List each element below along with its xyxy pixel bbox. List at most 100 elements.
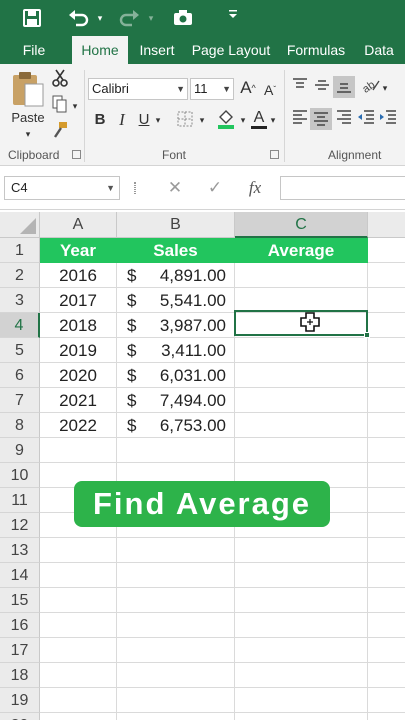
decrease-indent-icon[interactable] bbox=[356, 110, 376, 130]
table-cell[interactable] bbox=[235, 563, 368, 588]
table-cell[interactable] bbox=[117, 613, 235, 638]
table-cell[interactable] bbox=[40, 563, 117, 588]
row-header[interactable]: 18 bbox=[0, 663, 40, 688]
table-cell[interactable] bbox=[40, 538, 117, 563]
clipboard-launcher-icon[interactable] bbox=[72, 150, 81, 159]
borders-icon[interactable] bbox=[174, 110, 196, 134]
tab-insert[interactable]: Insert bbox=[134, 36, 180, 64]
align-right-icon[interactable] bbox=[334, 110, 354, 130]
row-header[interactable]: 16 bbox=[0, 613, 40, 638]
table-cell[interactable] bbox=[368, 263, 405, 288]
tab-home[interactable]: Home bbox=[72, 36, 128, 64]
row-header[interactable]: 19 bbox=[0, 688, 40, 713]
table-cell[interactable] bbox=[40, 438, 117, 463]
row-header[interactable]: 15 bbox=[0, 588, 40, 613]
table-cell[interactable] bbox=[368, 438, 405, 463]
italic-button[interactable]: I bbox=[114, 110, 130, 130]
grow-font-button[interactable]: A^ bbox=[238, 78, 258, 98]
paste-dropdown-icon[interactable]: ▾ bbox=[18, 124, 38, 144]
year-cell[interactable]: 2019 bbox=[40, 338, 117, 363]
paste-icon[interactable] bbox=[8, 70, 48, 110]
row-header[interactable]: 2 bbox=[0, 263, 40, 288]
fill-handle[interactable] bbox=[364, 332, 370, 338]
cut-icon[interactable] bbox=[50, 68, 70, 94]
tab-file[interactable]: File bbox=[12, 36, 56, 64]
row-header[interactable]: 14 bbox=[0, 563, 40, 588]
row-header[interactable]: 17 bbox=[0, 638, 40, 663]
table-cell[interactable] bbox=[368, 588, 405, 613]
column-header-c[interactable]: C bbox=[235, 212, 368, 238]
sales-cell[interactable]: $4,891.00 bbox=[117, 263, 235, 288]
fill-color-dropdown-icon[interactable]: ▾ bbox=[238, 110, 248, 130]
row-header[interactable]: 3 bbox=[0, 288, 40, 313]
table-cell[interactable] bbox=[40, 638, 117, 663]
column-header-d[interactable] bbox=[368, 212, 405, 238]
table-cell[interactable] bbox=[368, 413, 405, 438]
table-cell[interactable] bbox=[117, 538, 235, 563]
row-header[interactable]: 10 bbox=[0, 463, 40, 488]
tab-data[interactable]: Data bbox=[356, 36, 402, 64]
undo-icon[interactable] bbox=[66, 6, 92, 30]
table-cell[interactable] bbox=[40, 613, 117, 638]
save-icon[interactable] bbox=[20, 6, 44, 30]
tab-formulas[interactable]: Formulas bbox=[282, 36, 350, 64]
average-cell[interactable] bbox=[235, 413, 368, 438]
table-cell[interactable] bbox=[368, 388, 405, 413]
table-cell[interactable] bbox=[117, 438, 235, 463]
row-header[interactable]: 13 bbox=[0, 538, 40, 563]
middle-align-icon[interactable] bbox=[312, 78, 332, 98]
table-cell[interactable] bbox=[117, 688, 235, 713]
table-cell[interactable] bbox=[117, 638, 235, 663]
shrink-font-button[interactable]: Aˇ bbox=[260, 80, 280, 100]
average-cell[interactable] bbox=[235, 388, 368, 413]
row-header[interactable]: 6 bbox=[0, 363, 40, 388]
name-box[interactable]: C4 ▼ bbox=[4, 176, 120, 200]
row-header[interactable]: 12 bbox=[0, 513, 40, 538]
row-header[interactable]: 1 bbox=[0, 238, 40, 263]
camera-icon[interactable] bbox=[170, 6, 196, 30]
table-cell[interactable] bbox=[117, 663, 235, 688]
table-cell[interactable] bbox=[235, 638, 368, 663]
table-cell[interactable] bbox=[117, 563, 235, 588]
table-cell[interactable] bbox=[368, 363, 405, 388]
format-painter-icon[interactable] bbox=[50, 120, 70, 146]
table-cell[interactable] bbox=[117, 713, 235, 720]
table-cell[interactable] bbox=[235, 538, 368, 563]
header-average[interactable]: Average bbox=[235, 238, 368, 263]
table-cell[interactable] bbox=[368, 488, 405, 513]
table-cell[interactable] bbox=[235, 663, 368, 688]
redo-icon[interactable] bbox=[116, 6, 142, 30]
table-cell[interactable] bbox=[40, 713, 117, 720]
table-cell[interactable] bbox=[368, 288, 405, 313]
table-cell[interactable] bbox=[117, 588, 235, 613]
table-cell[interactable] bbox=[235, 438, 368, 463]
formula-bar-grip-icon[interactable] bbox=[134, 182, 136, 194]
table-cell[interactable] bbox=[235, 688, 368, 713]
font-color-button[interactable]: A bbox=[250, 108, 268, 129]
table-cell[interactable] bbox=[235, 713, 368, 720]
sales-cell[interactable]: $3,987.00 bbox=[117, 313, 235, 338]
font-color-dropdown-icon[interactable]: ▾ bbox=[268, 110, 278, 130]
table-cell[interactable] bbox=[368, 463, 405, 488]
table-cell[interactable] bbox=[368, 613, 405, 638]
table-cell[interactable] bbox=[40, 663, 117, 688]
copy-icon[interactable] bbox=[50, 94, 70, 120]
table-cell[interactable] bbox=[368, 563, 405, 588]
column-header-b[interactable]: B bbox=[117, 212, 235, 238]
cancel-icon[interactable]: ✕ bbox=[160, 176, 190, 200]
row-header[interactable]: 7 bbox=[0, 388, 40, 413]
sales-cell[interactable]: $5,541.00 bbox=[117, 288, 235, 313]
sales-cell[interactable]: $6,031.00 bbox=[117, 363, 235, 388]
tab-page-layout[interactable]: Page Layout bbox=[188, 36, 274, 64]
year-cell[interactable]: 2017 bbox=[40, 288, 117, 313]
year-cell[interactable]: 2020 bbox=[40, 363, 117, 388]
table-cell[interactable] bbox=[368, 513, 405, 538]
average-cell[interactable] bbox=[235, 363, 368, 388]
sales-cell[interactable]: $3,411.00 bbox=[117, 338, 235, 363]
font-name-combo[interactable]: Calibri ▼ bbox=[88, 78, 188, 100]
orientation-icon[interactable]: ab bbox=[360, 76, 382, 100]
bold-button[interactable]: B bbox=[92, 110, 108, 130]
table-cell[interactable] bbox=[40, 588, 117, 613]
table-cell[interactable] bbox=[368, 538, 405, 563]
header-sales[interactable]: Sales bbox=[117, 238, 235, 263]
